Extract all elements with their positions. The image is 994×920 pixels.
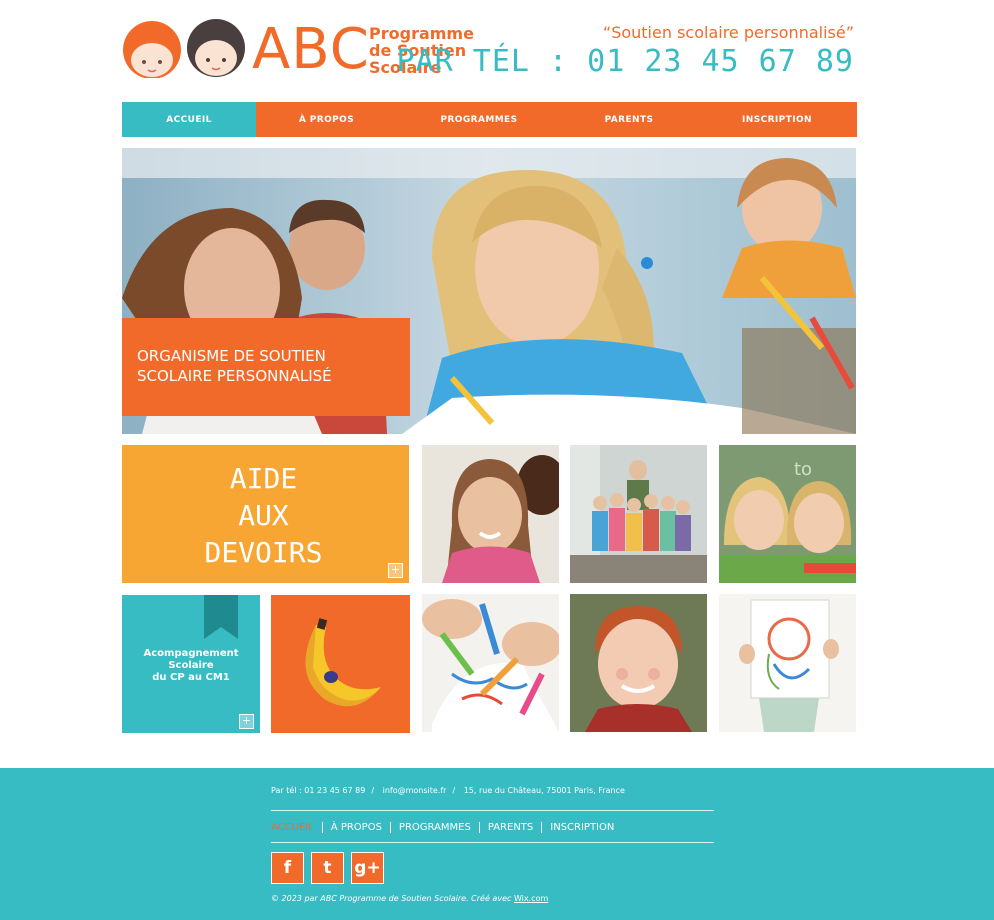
header-phone: PAR TÉL : 01 23 45 67 89 xyxy=(396,44,854,79)
main-nav: ACCUEIL À PROPOS PROGRAMMES PARENTS INSC… xyxy=(122,102,857,137)
acc-title-line: Acompagnement xyxy=(143,648,239,659)
footer-nav: ACCUEIL À PROPOS PROGRAMMES PARENTS INSC… xyxy=(271,818,622,836)
wix-link[interactable]: Wix.com xyxy=(514,894,548,903)
photo-child-with-drawing[interactable] xyxy=(719,594,856,732)
footer-divider xyxy=(271,842,714,843)
twitter-icon[interactable]: t xyxy=(311,852,344,884)
footer-divider xyxy=(271,810,714,811)
google-plus-icon[interactable]: g+ xyxy=(351,852,384,884)
logo-abc[interactable]: ABC xyxy=(252,18,370,82)
aide-title-line: AUX xyxy=(238,499,289,532)
footer-nav-parents[interactable]: PARENTS xyxy=(478,821,541,833)
logo-faces-icon[interactable] xyxy=(122,18,247,78)
banana-icon xyxy=(305,618,381,707)
aide-aux-devoirs-title: AIDE AUX DEVOIRS xyxy=(122,460,405,571)
photo-redhead-boy[interactable] xyxy=(570,594,707,732)
photo-kids-drawing[interactable] xyxy=(422,594,559,732)
nav-item-parents[interactable]: PARENTS xyxy=(561,102,697,137)
footer-address: 15, rue du Château, 75001 Paris, France xyxy=(463,786,625,795)
expand-plus-icon[interactable]: + xyxy=(388,563,403,578)
footer-copyright: © 2023 par ABC Programme de Soutien Scol… xyxy=(271,894,548,903)
footer-nav-programmes[interactable]: PROGRAMMES xyxy=(389,821,479,833)
photo-smiling-girl[interactable] xyxy=(422,445,559,583)
logo-subtitle-line: Programme xyxy=(369,24,474,43)
acc-title-line: du CP au CM1 xyxy=(152,672,230,683)
footer-separator: / xyxy=(452,786,456,795)
photo-class-group[interactable] xyxy=(570,445,707,583)
bookmark-icon xyxy=(204,595,238,639)
footer-contact: Par tél : 01 23 45 67 89 / info@monsite.f… xyxy=(271,786,631,795)
acc-title-line: Scolaire xyxy=(168,660,214,671)
footer-email[interactable]: info@monsite.fr xyxy=(383,786,447,795)
hero-title-line: SCOLAIRE PERSONNALISÉ xyxy=(137,367,332,385)
svg-text:to: to xyxy=(794,459,812,480)
footer-nav-accueil[interactable]: ACCUEIL xyxy=(271,822,322,833)
accompagnement-title: Acompagnement Scolaire du CP au CM1 xyxy=(122,648,260,684)
nav-item-inscription[interactable]: INSCRIPTION xyxy=(697,102,857,137)
aide-title-line: DEVOIRS xyxy=(204,536,323,569)
nav-item-a-propos[interactable]: À PROPOS xyxy=(256,102,397,137)
aide-title-line: AIDE xyxy=(229,462,298,495)
copyright-text: © 2023 par ABC Programme de Soutien Scol… xyxy=(271,894,512,903)
tagline: “Soutien scolaire personnalisé” xyxy=(602,23,854,42)
footer-phone: Par tél : 01 23 45 67 89 xyxy=(271,786,366,795)
hero-title: ORGANISME DE SOUTIEN SCOLAIRE PERSONNALI… xyxy=(137,346,332,386)
footer-nav-a-propos[interactable]: À PROPOS xyxy=(321,821,390,833)
expand-plus-icon[interactable]: + xyxy=(239,714,254,729)
facebook-icon[interactable]: f xyxy=(271,852,304,884)
nav-item-programmes[interactable]: PROGRAMMES xyxy=(397,102,561,137)
hero-title-line: ORGANISME DE SOUTIEN xyxy=(137,347,326,365)
footer-separator: / xyxy=(371,786,375,795)
photo-two-girls[interactable]: to xyxy=(719,445,856,583)
footer-nav-inscription[interactable]: INSCRIPTION xyxy=(541,821,622,833)
nav-item-accueil[interactable]: ACCUEIL xyxy=(122,102,256,137)
